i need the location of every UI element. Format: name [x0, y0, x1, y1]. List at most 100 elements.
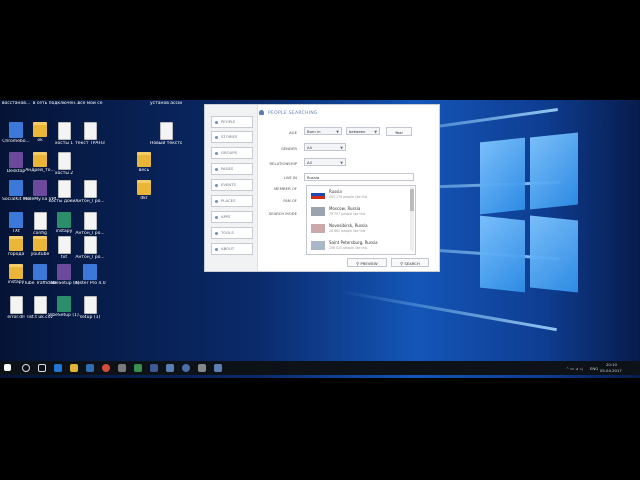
- suggestion-likes: 405 279 people like this: [329, 195, 368, 199]
- facebook-icon[interactable]: [150, 364, 158, 372]
- preview-button[interactable]: ⚲ PREVIEW: [347, 258, 387, 267]
- clock-time[interactable]: 20:10: [606, 362, 617, 367]
- desktop-icon-label: setup (1): [79, 315, 101, 320]
- folder-icon: [9, 236, 23, 251]
- folder-icon: [33, 122, 47, 137]
- desktop-icon[interactable]: Новый текстов...: [150, 122, 182, 146]
- suggestions-scrollbar[interactable]: [410, 187, 414, 251]
- nav-apps[interactable]: APPS: [211, 211, 253, 223]
- chevron-down-icon: ▼: [340, 161, 343, 165]
- desktop-icon-label: Poster Pro 4.0: [74, 281, 106, 286]
- suggestion-item[interactable]: Moscow, Russia 79 797 people like this: [309, 204, 405, 220]
- suggestion-name: Saint Petersburg, Russia: [329, 240, 378, 245]
- desktop-icon[interactable]: Антон_Гро...: [74, 236, 106, 260]
- nav-people[interactable]: PEOPLE: [211, 116, 253, 128]
- file-icon: [9, 296, 23, 314]
- folder-icon: [137, 180, 151, 195]
- live-in-label: LIVE IN: [283, 175, 297, 180]
- application-icon: [9, 212, 23, 228]
- desktop-icon[interactable]: хосты 2: [48, 152, 80, 176]
- desktop-icon-label: Антон_Гро...: [75, 255, 105, 260]
- desktop-toplabel: все мои се: [77, 101, 103, 106]
- chevron-down-icon: ▼: [374, 130, 377, 134]
- stories-icon: [215, 135, 218, 139]
- app-icon[interactable]: [182, 364, 190, 372]
- search-button[interactable]: ⚲ SEARCH: [391, 258, 429, 267]
- edge-icon[interactable]: [54, 364, 62, 372]
- folder-icon: [33, 236, 47, 251]
- tools-icon: [215, 231, 218, 235]
- nav-events[interactable]: EVENTS: [211, 179, 253, 191]
- file-icon: [83, 296, 97, 314]
- desktop-icon[interactable]: Антон_Гро...: [74, 212, 106, 236]
- suggestion-item[interactable]: Russia 405 279 people like this: [309, 187, 405, 203]
- relationship-select[interactable]: All ▼: [304, 158, 346, 166]
- app-icon[interactable]: [118, 364, 126, 372]
- nav-groups[interactable]: GROUPS: [211, 147, 253, 159]
- file-icon: [57, 180, 71, 198]
- relationship-label: RELATIONSHIP: [269, 161, 298, 166]
- nav-stories[interactable]: STORIES: [211, 131, 253, 143]
- desktop-icon[interactable]: Poster Pro 4.0: [74, 264, 106, 286]
- year-button[interactable]: Year: [386, 127, 412, 136]
- nav-pages[interactable]: PAGES: [211, 163, 253, 175]
- suggestion-likes: 26 862 people like this: [329, 229, 366, 233]
- suggestion-name: Russia: [329, 189, 342, 194]
- desktop-icon[interactable]: весь: [128, 152, 160, 173]
- file-icon: [33, 296, 47, 314]
- tray-icons[interactable]: ^ ▭ ⊿ ◁: [566, 366, 583, 371]
- application-icon: [57, 296, 71, 312]
- suggestion-item[interactable]: Saint Petersburg, Russia 256 020 people …: [309, 238, 405, 254]
- explorer-icon[interactable]: [70, 364, 78, 372]
- application-icon: [57, 264, 71, 280]
- language-indicator[interactable]: ENG: [590, 366, 598, 371]
- desktop-icon-label: хосты 2: [54, 171, 74, 176]
- app-icon[interactable]: [214, 364, 222, 372]
- desktop-icon-label: Антон_Гро...: [75, 199, 105, 204]
- start-windows-icon[interactable]: [4, 364, 11, 371]
- application-icon: [33, 180, 47, 196]
- events-icon: [215, 183, 218, 187]
- clock-date[interactable]: 05.04.2017: [600, 368, 622, 373]
- scrollbar-thumb[interactable]: [410, 189, 414, 211]
- search-icon[interactable]: [22, 364, 30, 372]
- suggestion-item[interactable]: Novosibirsk, Russia 26 862 people like t…: [309, 221, 405, 237]
- file-icon: [83, 180, 97, 198]
- age-label: AGE: [289, 130, 297, 135]
- dialog-header: PEOPLE SEARCHING: [259, 110, 318, 116]
- suggestion-name: Moscow, Russia: [329, 206, 361, 211]
- application-icon: [57, 212, 71, 228]
- application-icon: [9, 180, 23, 196]
- live-in-suggestions: Russia 405 279 people like this Moscow, …: [306, 185, 416, 255]
- application-icon: [9, 152, 23, 168]
- city-thumbnail: [311, 207, 325, 216]
- member-of-label: MEMBER OF: [274, 186, 297, 191]
- file-icon: [83, 122, 97, 140]
- nav-places[interactable]: PLACES: [211, 195, 253, 207]
- nav-tools[interactable]: TOOLS: [211, 227, 253, 239]
- suggestion-likes: 256 020 people like this: [329, 246, 368, 250]
- desktop-icon-label: текст ТРАНЗ: [75, 141, 105, 146]
- desktop-icon-label: dkr: [140, 196, 148, 201]
- chrome-icon[interactable]: [102, 364, 110, 372]
- task-view-icon[interactable]: [38, 364, 46, 372]
- desktop-icon-label: Новый текстов...: [150, 141, 182, 146]
- search-mode-label: SEARCH MODE: [268, 211, 297, 216]
- desktop-icon[interactable]: setup (1): [74, 296, 106, 320]
- app-icon[interactable]: [134, 364, 142, 372]
- taskbar: ^ ▭ ⊿ ◁ ENG 20:10 05.04.2017: [0, 361, 640, 375]
- desktop-icon[interactable]: Антон_Гро...: [74, 180, 106, 204]
- age-to-select[interactable]: between ▼: [346, 127, 380, 135]
- gender-label: GENDER: [280, 146, 297, 151]
- desktop-toplabel: установ ассистен: [150, 101, 182, 106]
- desktop-icon[interactable]: текст ТРАНЗ: [74, 122, 106, 146]
- gender-select[interactable]: All ▼: [304, 143, 346, 151]
- people-icon: [215, 120, 218, 124]
- store-icon[interactable]: [86, 364, 94, 372]
- settings-icon[interactable]: [198, 364, 206, 372]
- nav-about[interactable]: ABOUT: [211, 243, 253, 255]
- age-from-select[interactable]: Born in ▼: [304, 127, 342, 135]
- app-icon[interactable]: [166, 364, 174, 372]
- live-in-input[interactable]: Russia: [304, 173, 414, 181]
- desktop-icon[interactable]: dkr: [128, 180, 160, 201]
